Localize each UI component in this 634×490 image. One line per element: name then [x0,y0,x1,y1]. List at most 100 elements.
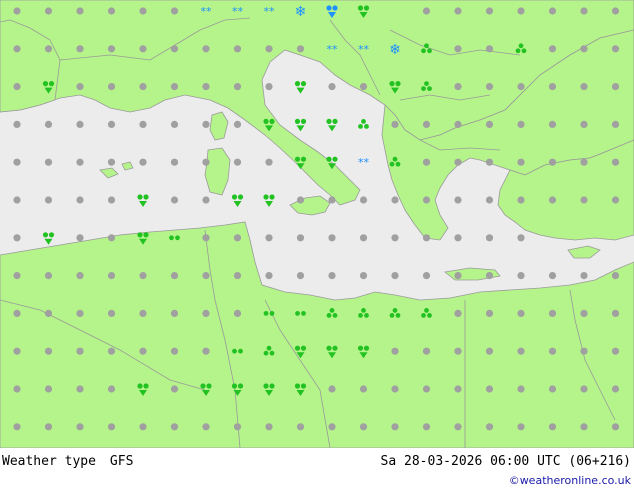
rain-drop [300,118,307,124]
cloud-dot-icon [580,196,588,204]
cloud-dot-icon [454,196,462,204]
rain-drop [332,313,338,318]
cloud-dot-icon [359,234,368,242]
cloud-dot-icon [170,196,179,204]
cloud-dot-icon [328,196,336,204]
rain-drop [358,313,363,318]
cloud-dot-icon [170,83,179,91]
rain-drop [326,118,332,124]
cloud-dot-icon [548,158,557,166]
cloud-dot-icon [422,158,431,166]
cloud-dot-icon [580,423,588,431]
rain-drop [263,350,269,356]
rain-drop [329,308,335,313]
precip-drop [363,5,370,11]
cloud-dot-icon [202,423,210,431]
cloud-dot-icon [139,45,147,53]
precip-drop [300,81,307,87]
cloud-dot-icon [454,120,462,128]
cloud-dot-icon [139,272,147,280]
cloud-dot-icon [107,347,116,355]
precip-drop [326,5,332,11]
rain-drop [137,194,143,200]
cloud-dot-icon [548,385,557,393]
rain-drop [294,383,301,389]
cloud-dot-icon [517,272,525,280]
cloud-dot-icon [76,234,84,242]
cloud-dot-icon [580,158,588,166]
rain-drop [332,156,338,162]
cloud-dot-icon [44,196,53,204]
cloud-dot-icon [391,272,399,280]
cloud-dot-icon [454,83,462,91]
cloud-dot-icon [44,309,53,317]
rain-drop [389,161,395,167]
cloud-dot-icon [265,423,273,431]
cloud-dot-icon [517,234,525,242]
cloud-dot-icon [328,385,336,393]
precip-drop [269,118,275,124]
cloud-dot-icon [107,196,116,204]
cloud-dot-icon [107,45,116,53]
cloud-dot-icon [296,423,305,431]
rain-drop [295,311,300,316]
cloud-dot-icon [485,120,494,128]
cloud-dot-icon [139,423,147,431]
rain-drop [200,383,206,389]
cloud-dot-icon [296,196,305,204]
cloud-dot-icon [328,234,336,242]
rain-drop [392,308,398,313]
cloud-dot-icon [233,120,242,128]
rain-drop [364,124,369,129]
cloud-dot-icon [296,45,305,53]
cloud-dot-icon [13,120,21,128]
rain-drop [137,232,143,238]
cloud-dot-icon [485,7,494,15]
cloud-dot-icon [517,309,525,317]
rain-drop [269,383,275,389]
cloud-dot-icon [13,45,21,53]
cloud-dot-icon [44,272,53,280]
rain-drop [363,345,370,351]
snow-shower-icon: ❄ [295,4,307,20]
cloud-dot-icon [233,423,242,431]
rain-drop [143,232,149,238]
rain-drop [332,118,338,124]
rain-drop [169,235,174,241]
cloud-dot-icon [44,158,53,166]
cloud-dot-icon [328,423,336,431]
cloud-dot-icon [548,45,557,53]
cloud-dot-icon [76,7,84,15]
cloud-dot-icon [359,385,368,393]
cloud-dot-icon [548,196,557,204]
rain-drop [392,156,398,162]
cloud-dot-icon [13,196,21,204]
rain-drop [48,232,55,238]
cloud-dot-icon [139,158,147,166]
rain-drop [294,345,301,351]
rain-drop [424,308,429,313]
cloud-dot-icon [107,120,116,128]
cloud-dot-icon [296,234,305,242]
cloud-dot-icon [454,272,462,280]
cloud-dot-icon [517,7,525,15]
cloud-dot-icon [202,120,210,128]
cloud-dot-icon [548,7,557,15]
cloud-dot-icon [422,272,431,280]
snow-icon: ** [327,43,339,56]
rain-drop [424,43,429,49]
cloud-dot-icon [485,45,494,53]
cloud-dot-icon [44,385,53,393]
cloud-dot-icon [13,423,21,431]
cloud-dot-icon [611,120,620,128]
cloud-dot-icon [44,347,53,355]
cloud-dot-icon [517,385,525,393]
cloud-dot-icon [548,423,557,431]
cloud-dot-icon [485,309,494,317]
rain-drop [206,383,212,389]
rain-drop [326,156,332,162]
rain-drop [238,348,243,354]
credit-link[interactable]: ©weatheronline.co.uk [509,475,631,486]
rain-drop [300,156,307,162]
cloud-dot-icon [454,234,462,242]
